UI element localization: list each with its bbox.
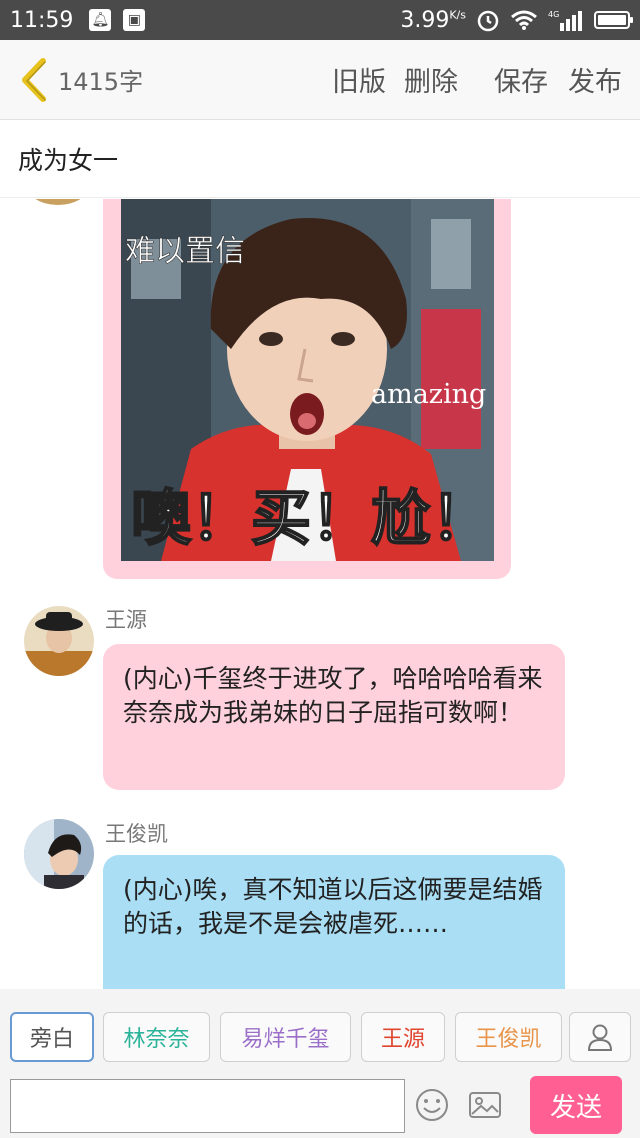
message-text: (内心)唉，真不知道以后这俩要是结婚的话，我是不是会被虐死……	[123, 875, 543, 938]
image-icon	[469, 1092, 501, 1118]
role-label: 王俊凯	[475, 1027, 542, 1052]
publish-button[interactable]: 发布	[568, 60, 622, 99]
speed-value: 3.99	[400, 7, 450, 33]
sender-name: 王俊凯	[105, 822, 168, 846]
chevron-left-icon	[22, 57, 46, 102]
message-bubble[interactable]: (内心)千玺终于进攻了，哈哈哈哈看来奈奈成为我弟妹的日子屈指可数啊！	[103, 644, 565, 790]
role-button-yi-yangqianxi[interactable]: 易烊千玺	[220, 1012, 351, 1062]
input-bar: 发送	[0, 1075, 640, 1138]
role-button-narrator[interactable]: 旁白	[10, 1012, 94, 1062]
meme-image[interactable]: 难以置信 amazing 噢！买！尬！	[121, 199, 494, 561]
role-button-lin-nainai[interactable]: 林奈奈	[103, 1012, 210, 1062]
meme-illustration: 难以置信 amazing 噢！买！尬！	[121, 199, 494, 561]
role-label: 易烊千玺	[241, 1027, 330, 1052]
role-button-wang-yuan[interactable]: 王源	[361, 1012, 445, 1062]
message-text: (内心)千玺终于进攻了，哈哈哈哈看来奈奈成为我弟妹的日子屈指可数啊！	[123, 664, 543, 727]
role-selector: 旁白 林奈奈 易烊千玺 王源 王俊凯	[0, 989, 640, 1075]
role-label: 旁白	[29, 1027, 74, 1052]
back-button[interactable]	[10, 40, 58, 120]
save-button[interactable]: 保存	[494, 60, 548, 99]
avatar	[28, 199, 88, 205]
message-bubble[interactable]: (内心)唉，真不知道以后这俩要是结婚的话，我是不是会被虐死……	[103, 855, 565, 989]
network-type: 4G	[548, 10, 559, 19]
message-input[interactable]	[10, 1079, 405, 1133]
role-label: 林奈奈	[123, 1027, 190, 1052]
image-button[interactable]	[467, 1087, 503, 1123]
add-role-button[interactable]	[569, 1012, 631, 1062]
status-bar: 11:59 🔔︎ ▣ 3.99K/s 4G	[0, 0, 640, 40]
delete-button[interactable]: 删除	[404, 60, 458, 99]
cell-signal-icon: 4G	[548, 10, 582, 31]
meme-top-text: 难以置信	[125, 234, 245, 269]
battery-icon	[594, 11, 633, 29]
top-nav: 1415字 旧版 删除 保存 发布	[0, 40, 640, 120]
avatar-image	[24, 606, 94, 676]
role-button-wang-junkai[interactable]: 王俊凯	[455, 1012, 562, 1062]
avatar-image	[24, 819, 94, 889]
old-version-button[interactable]: 旧版	[332, 60, 386, 99]
send-button[interactable]: 发送	[530, 1076, 622, 1134]
notification-bell-icon: 🔔︎	[89, 9, 112, 31]
user-icon	[587, 1024, 613, 1051]
smiley-icon	[416, 1089, 448, 1121]
story-title[interactable]: 成为女一	[0, 120, 640, 198]
avatar[interactable]	[24, 606, 94, 676]
status-time: 11:59	[10, 7, 74, 33]
meme-side-text: amazing	[371, 379, 486, 410]
meme-bottom-text: 噢！买！尬！	[131, 484, 491, 554]
avatar[interactable]	[24, 819, 94, 889]
wifi-icon	[511, 10, 537, 30]
role-label: 王源	[380, 1027, 425, 1052]
chat-area[interactable]: 难以置信 amazing 噢！买！尬！ 王源 (内心)千玺终于进攻了，哈哈哈哈看…	[0, 199, 640, 989]
sender-name: 王源	[105, 608, 147, 632]
word-count: 1415字	[58, 68, 144, 96]
nav-actions: 旧版 删除 保存 发布	[332, 60, 622, 99]
speed-unit: K/s	[449, 8, 466, 22]
network-speed: 3.99K/s	[400, 8, 466, 33]
image-notification-icon: ▣	[123, 9, 146, 31]
emoji-button[interactable]	[414, 1087, 450, 1123]
status-right: 3.99K/s 4G	[400, 8, 633, 33]
alarm-icon	[477, 10, 499, 32]
